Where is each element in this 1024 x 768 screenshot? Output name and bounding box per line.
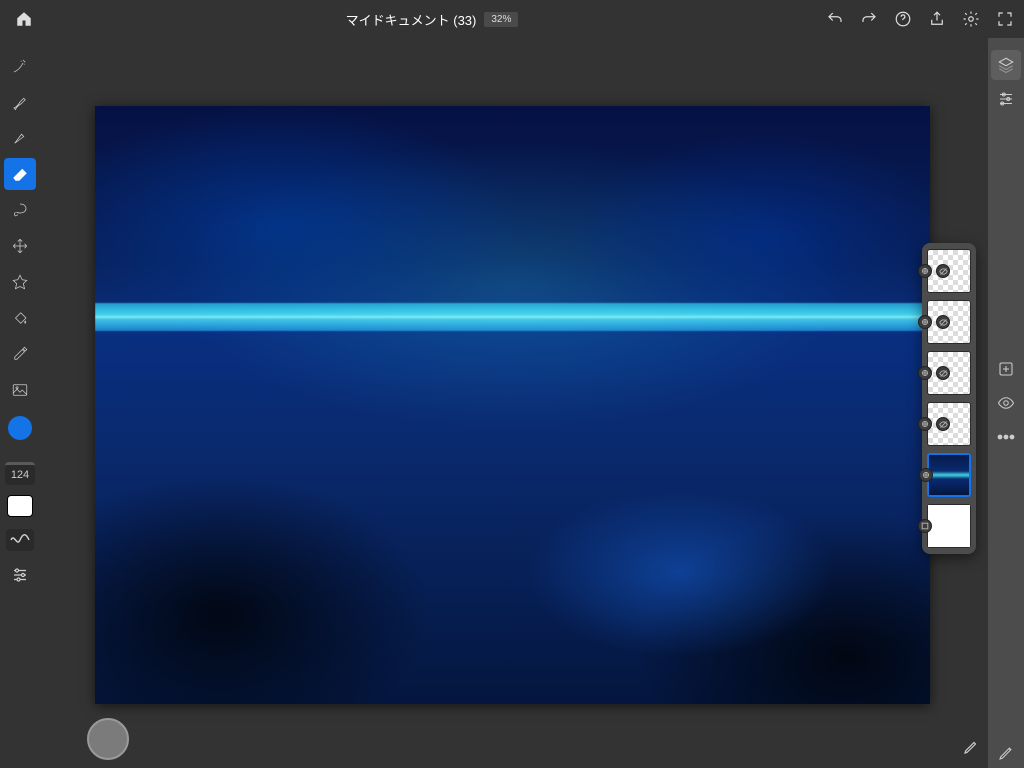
layer-hidden-icon[interactable] (936, 315, 950, 329)
layer-thumb-1[interactable] (927, 249, 971, 293)
tool-brush-spray[interactable] (4, 50, 36, 82)
help-button[interactable] (894, 10, 912, 28)
layer-hidden-icon[interactable] (936, 264, 950, 278)
document-title: マイドキュメント (33) (346, 10, 477, 29)
layer-thumb-5[interactable] (927, 453, 971, 497)
tool-eyedropper[interactable] (4, 338, 36, 370)
layer-lock-icon[interactable] (918, 366, 932, 380)
brush-dynamics-button[interactable] (6, 529, 34, 551)
share-button[interactable] (928, 10, 946, 28)
layer-thumb-3[interactable] (927, 351, 971, 395)
layer-lock-icon[interactable] (918, 417, 932, 431)
layers-panel-toggle[interactable] (991, 50, 1021, 80)
layer-thumb-6[interactable] (927, 504, 971, 548)
brush-preview-circle (87, 718, 129, 760)
layer-hidden-icon[interactable] (936, 366, 950, 380)
undo-button[interactable] (826, 10, 844, 28)
title-area: マイドキュメント (33) 32% (38, 10, 826, 29)
settings-button[interactable] (962, 10, 980, 28)
artwork-canvas[interactable] (95, 106, 930, 704)
current-color-swatch[interactable] (8, 416, 32, 440)
secondary-color-swatch[interactable] (7, 495, 33, 517)
layer-visibility-button[interactable] (991, 388, 1021, 418)
redo-button[interactable] (860, 10, 878, 28)
layer-background-icon[interactable] (918, 519, 932, 533)
zoom-badge[interactable]: 32% (484, 12, 518, 27)
topbar: マイドキュメント (33) 32% (0, 0, 1024, 38)
top-actions (826, 10, 1014, 28)
layer-thumb-2[interactable] (927, 300, 971, 344)
tool-brush[interactable] (4, 86, 36, 118)
annotate-pencil-button[interactable] (960, 736, 982, 758)
tool-eraser[interactable] (4, 158, 36, 190)
more-options-button[interactable] (991, 422, 1021, 452)
edit-pencil-button[interactable] (991, 738, 1021, 768)
layer-hidden-icon[interactable] (936, 417, 950, 431)
tool-image[interactable] (4, 374, 36, 406)
tool-transform[interactable] (4, 230, 36, 262)
layer-lock-icon[interactable] (918, 315, 932, 329)
properties-panel-toggle[interactable] (991, 84, 1021, 114)
tool-fill[interactable] (4, 302, 36, 334)
canvas-stage[interactable] (40, 38, 988, 768)
layer-lock-icon[interactable] (918, 264, 932, 278)
left-toolbar: 124 (0, 38, 40, 768)
layers-panel[interactable] (922, 243, 976, 554)
home-button[interactable] (10, 10, 38, 28)
tool-brush-fine[interactable] (4, 122, 36, 154)
add-layer-button[interactable] (991, 354, 1021, 384)
layer-thumb-4[interactable] (927, 402, 971, 446)
adjustments-button[interactable] (6, 563, 34, 587)
tool-shape[interactable] (4, 266, 36, 298)
layer-target-icon[interactable] (919, 468, 933, 482)
tool-lasso[interactable] (4, 194, 36, 226)
fullscreen-button[interactable] (996, 10, 1014, 28)
right-strip (988, 38, 1024, 768)
brush-size-value[interactable]: 124 (5, 462, 35, 485)
